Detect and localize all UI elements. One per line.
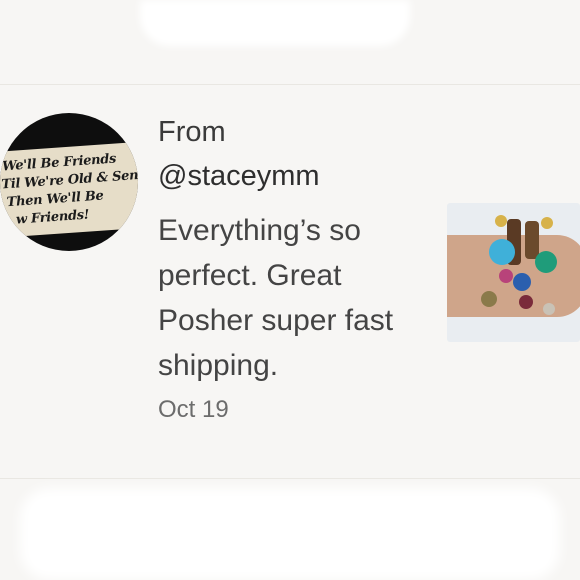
avatar-sign-image: We'll Be Friends Til We're Old & Senile … (0, 141, 138, 239)
review-date: Oct 19 (158, 396, 229, 423)
top-blurred-area (140, 0, 410, 46)
bracelet-bead (499, 269, 513, 283)
top-divider (0, 84, 580, 85)
bottom-divider (0, 478, 580, 479)
bracelet-bead (489, 239, 515, 265)
username-link[interactable]: @staceymm (158, 160, 320, 193)
from-label: From (158, 116, 226, 148)
bracelet-bead (525, 221, 539, 259)
bottom-blurred-area (20, 488, 560, 580)
bracelet-bead (535, 251, 557, 273)
product-thumbnail[interactable] (447, 203, 580, 342)
bracelet-bead (519, 295, 533, 309)
bracelet-bead (541, 217, 553, 229)
bracelet-bead (495, 215, 507, 227)
bracelet-bead (481, 291, 497, 307)
avatar-sign-line-3: Then We'll Be (6, 188, 104, 211)
avatar-sign-line-4: w Friends! (15, 207, 90, 228)
avatar[interactable]: We'll Be Friends Til We're Old & Senile … (0, 113, 138, 251)
review-message: Everything’s so perfect. Great Posher su… (158, 214, 394, 382)
bracelet-bead (543, 303, 555, 315)
bracelet-bead (513, 273, 531, 291)
